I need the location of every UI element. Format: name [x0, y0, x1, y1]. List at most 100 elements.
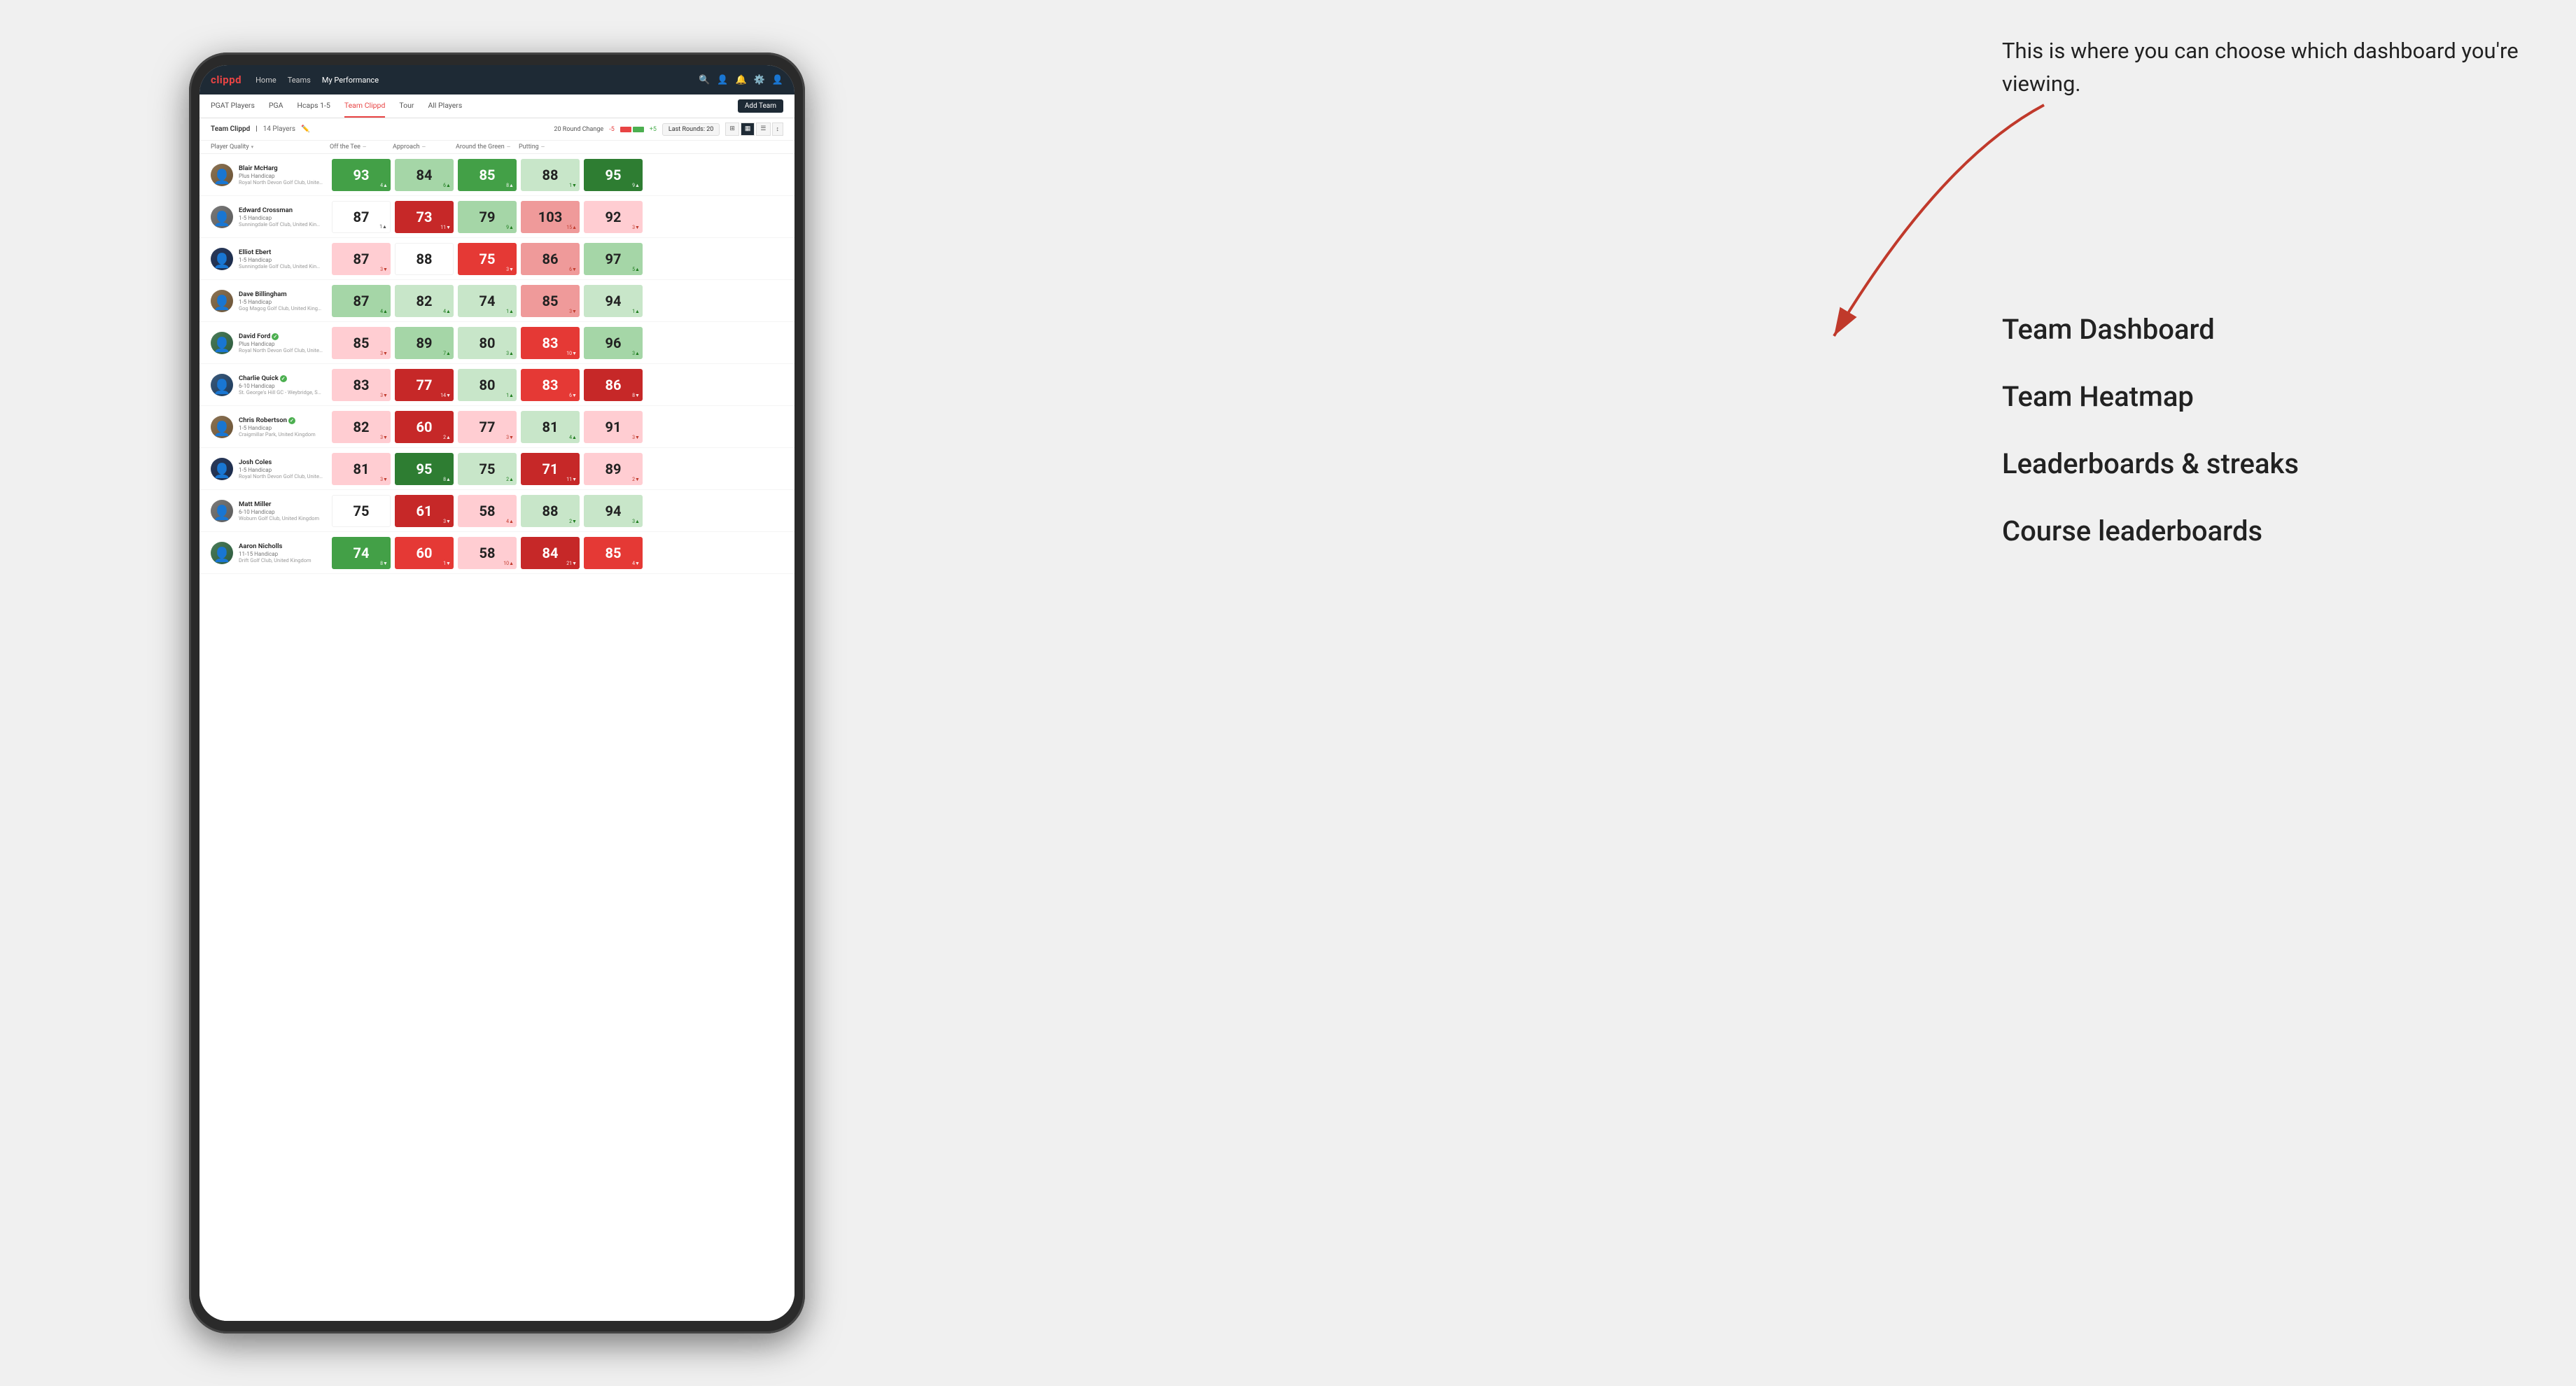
table-row[interactable]: 👤Josh Coles1-5 HandicapRoyal North Devon… — [200, 448, 794, 490]
table-row[interactable]: 👤Edward Crossman1-5 HandicapSunningdale … — [200, 196, 794, 238]
score-change: 10▼ — [566, 351, 577, 356]
player-name[interactable]: Aaron Nicholls — [239, 542, 330, 550]
heatmap-view-button[interactable]: ▦ — [741, 122, 755, 136]
avatar: 👤 — [211, 332, 233, 354]
score-value: 83 — [354, 377, 370, 393]
score-change: 3▼ — [380, 267, 388, 272]
tab-pgat-players[interactable]: PGAT Players — [211, 94, 255, 118]
score-value: 88 — [416, 251, 433, 267]
score-value: 74 — [479, 293, 496, 309]
table-row[interactable]: 👤Dave Billingham1-5 HandicapGog Magog Go… — [200, 280, 794, 322]
score-change: 3▼ — [506, 435, 514, 440]
player-club: Woburn Golf Club, United Kingdom — [239, 515, 323, 522]
score-approach: 584▲ — [458, 495, 517, 527]
player-name[interactable]: Matt Miller — [239, 500, 330, 508]
user-icon[interactable]: 👤 — [717, 75, 728, 85]
score-value: 96 — [606, 335, 622, 351]
score-player-quality: 871▲ — [332, 201, 391, 233]
table-row[interactable]: 👤Elliot Ebert1-5 HandicapSunningdale Gol… — [200, 238, 794, 280]
col-approach[interactable]: Approach — — [393, 144, 456, 150]
avatar: 👤 — [211, 374, 233, 396]
player-club: Craigmillar Park, United Kingdom — [239, 431, 323, 438]
player-name[interactable]: Edward Crossman — [239, 206, 330, 214]
sub-nav: PGAT Players PGA Hcaps 1-5 Team Clippd T… — [200, 94, 794, 118]
score-change: 15▲ — [566, 225, 577, 230]
tab-hcaps[interactable]: Hcaps 1-5 — [298, 94, 330, 118]
score-change: 3▼ — [380, 351, 388, 356]
player-text: Josh Coles1-5 HandicapRoyal North Devon … — [239, 458, 330, 479]
col-putting[interactable]: Putting — — [519, 144, 582, 150]
player-name[interactable]: David Ford✓ — [239, 332, 330, 340]
score-value: 73 — [416, 209, 433, 225]
player-name[interactable]: Dave Billingham — [239, 290, 330, 298]
player-text: Dave Billingham1-5 HandicapGog Magog Gol… — [239, 290, 330, 312]
nav-teams[interactable]: Teams — [288, 76, 311, 85]
score-putting: 941▲ — [584, 285, 643, 317]
score-value: 91 — [606, 419, 622, 435]
player-name[interactable]: Charlie Quick✓ — [239, 374, 330, 382]
tab-pga[interactable]: PGA — [269, 94, 284, 118]
score-change: 8▼ — [380, 561, 388, 566]
list-view-button[interactable]: ☰ — [756, 122, 770, 136]
avatar-icon[interactable]: 👤 — [772, 75, 783, 85]
player-club: Royal North Devon Golf Club, United King… — [239, 473, 323, 479]
col-around-green[interactable]: Around the Green — — [456, 144, 519, 150]
dashboard-option-2[interactable]: Leaderboards & streaks — [2002, 430, 2534, 498]
tab-tour[interactable]: Tour — [399, 94, 414, 118]
player-name[interactable]: Josh Coles — [239, 458, 330, 466]
dashboard-list: Team DashboardTeam HeatmapLeaderboards &… — [2002, 296, 2534, 565]
score-putting: 959▲ — [584, 159, 643, 191]
add-team-button[interactable]: Add Team — [738, 99, 783, 113]
score-off-tee: 958▲ — [395, 453, 454, 485]
table-row[interactable]: 👤Charlie Quick✓6-10 HandicapSt. George's… — [200, 364, 794, 406]
score-value: 88 — [542, 167, 559, 183]
player-handicap: 1-5 Handicap — [239, 467, 330, 473]
dashboard-option-1[interactable]: Team Heatmap — [2002, 363, 2534, 430]
search-icon[interactable]: 🔍 — [699, 75, 710, 85]
player-text: David Ford✓Plus HandicapRoyal North Devo… — [239, 332, 330, 354]
table-row[interactable]: 👤Aaron Nicholls11-15 HandicapDrift Golf … — [200, 532, 794, 574]
sort-arrow: — — [541, 144, 545, 150]
score-value: 92 — [606, 209, 622, 225]
score-approach: 801▲ — [458, 369, 517, 401]
round-controls: 20 Round Change -5 +5 Last Rounds: 20 ⊞ — [554, 122, 783, 136]
table-row[interactable]: 👤Matt Miller6-10 HandicapWoburn Golf Clu… — [200, 490, 794, 532]
sort-button[interactable]: ↕ — [772, 122, 784, 136]
nav-my-performance[interactable]: My Performance — [322, 76, 379, 85]
table-row[interactable]: 👤Chris Robertson✓1-5 HandicapCraigmillar… — [200, 406, 794, 448]
settings-icon[interactable]: ⚙️ — [754, 75, 765, 85]
player-name[interactable]: Blair McHarg — [239, 164, 330, 172]
nav-home[interactable]: Home — [255, 76, 276, 85]
score-change: 8▼ — [632, 393, 640, 398]
table-row[interactable]: 👤Blair McHargPlus HandicapRoyal North De… — [200, 154, 794, 196]
grid-view-button[interactable]: ⊞ — [725, 122, 739, 136]
score-value: 85 — [479, 167, 496, 183]
score-change: 4▲ — [443, 309, 451, 314]
last-rounds-button[interactable]: Last Rounds: 20 — [662, 123, 720, 136]
sort-arrow: — — [507, 144, 510, 150]
col-player-quality[interactable]: Player Quality ▾ — [211, 144, 330, 150]
score-change: 9▲ — [632, 183, 640, 188]
score-around-green: 814▲ — [521, 411, 580, 443]
bell-icon[interactable]: 🔔 — [735, 75, 746, 85]
dashboard-option-0[interactable]: Team Dashboard — [2002, 296, 2534, 363]
score-player-quality: 874▲ — [332, 285, 391, 317]
avatar: 👤 — [211, 500, 233, 522]
player-info: 👤Edward Crossman1-5 HandicapSunningdale … — [211, 206, 330, 228]
col-off-tee[interactable]: Off the Tee — — [330, 144, 393, 150]
player-name[interactable]: Elliot Ebert — [239, 248, 330, 256]
player-name[interactable]: Chris Robertson✓ — [239, 416, 330, 424]
tab-team-clippd[interactable]: Team Clippd — [344, 94, 386, 118]
score-change: 7▲ — [443, 351, 451, 356]
dashboard-option-3[interactable]: Course leaderboards — [2002, 498, 2534, 565]
player-club: Drift Golf Club, United Kingdom — [239, 557, 323, 564]
tab-all-players[interactable]: All Players — [428, 94, 462, 118]
change-neg: -5 — [609, 126, 615, 133]
score-value: 87 — [354, 293, 370, 309]
score-around-green: 103 15▲ — [521, 201, 580, 233]
score-value: 103 — [538, 209, 562, 225]
edit-icon[interactable]: ✏️ — [301, 125, 309, 133]
avatar: 👤 — [211, 164, 233, 186]
score-change: 4▼ — [632, 561, 640, 566]
table-row[interactable]: 👤 David Ford✓Plus HandicapRoyal North Dev… — [200, 322, 794, 364]
